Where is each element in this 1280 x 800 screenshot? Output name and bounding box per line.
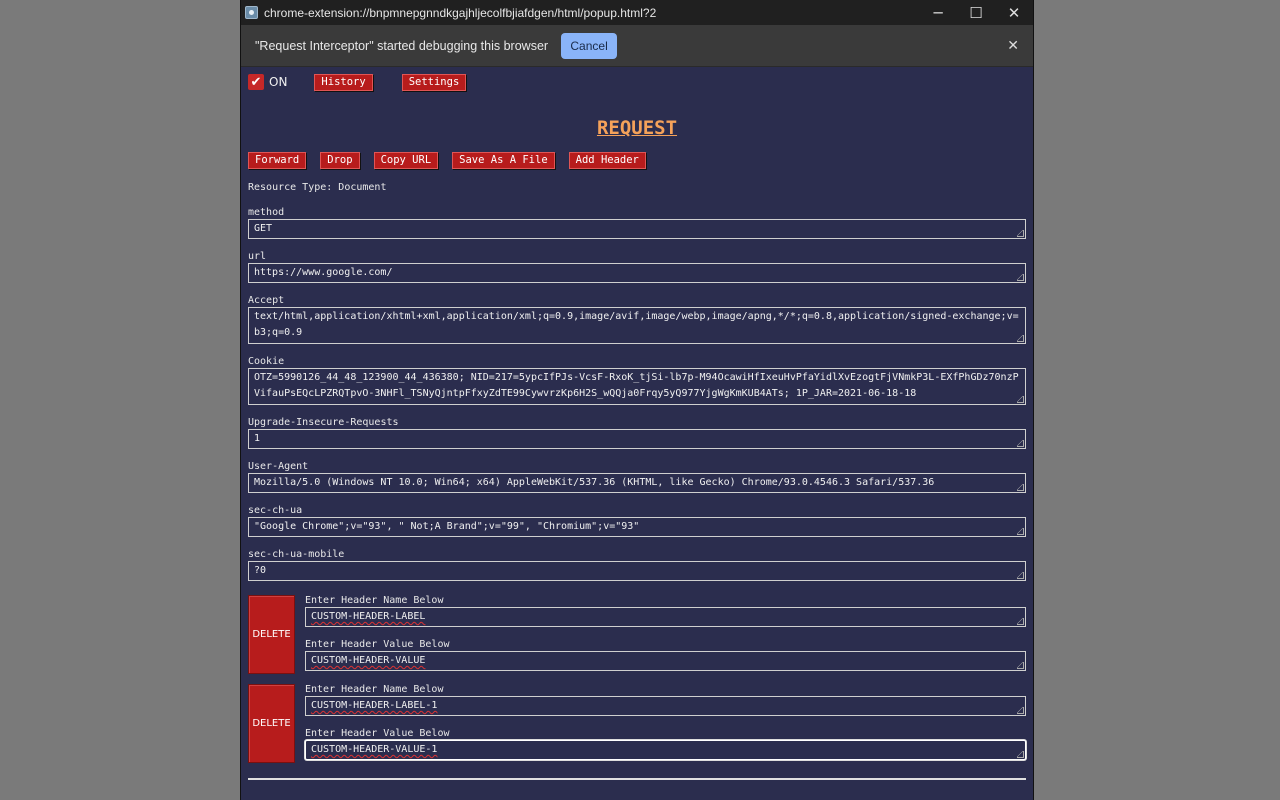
drop-button[interactable]: Drop <box>320 152 360 169</box>
header-value-input[interactable]: CUSTOM-HEADER-VALUE-1 <box>305 740 1026 760</box>
field-upgrade-insecure-requests: Upgrade-Insecure-Requests 1 <box>248 417 1026 449</box>
field-method: method GET <box>248 207 1026 239</box>
popup-content: ✔ ON History Settings REQUEST Forward Dr… <box>241 68 1033 780</box>
header-value-input[interactable]: CUSTOM-HEADER-VALUE <box>305 651 1026 671</box>
field-label: sec-ch-ua-mobile <box>248 549 345 560</box>
cookie-input[interactable]: OTZ=5990126_44_48_123900_44_436380; NID=… <box>248 368 1026 405</box>
field-label: method <box>248 207 285 218</box>
custom-header-fields: Enter Header Name Below CUSTOM-HEADER-LA… <box>305 595 1026 674</box>
infobar-close-icon[interactable]: ✕ <box>1007 38 1019 54</box>
on-label: ON <box>269 75 288 89</box>
url-input[interactable]: https://www.google.com/ <box>248 263 1026 283</box>
field-label: Upgrade-Insecure-Requests <box>248 417 399 428</box>
popup-window: chrome-extension://bnpmnepgnndkgajhljeco… <box>241 0 1033 800</box>
title-bar: chrome-extension://bnpmnepgnndkgajhljeco… <box>241 0 1033 25</box>
accept-input[interactable]: text/html,application/xhtml+xml,applicat… <box>248 307 1026 344</box>
history-button[interactable]: History <box>314 73 373 91</box>
header-value-label: Enter Header Value Below <box>305 728 450 739</box>
maximize-button[interactable]: ☐ <box>957 0 995 25</box>
field-label: Cookie <box>248 356 285 367</box>
field-label: User-Agent <box>248 461 309 472</box>
field-label: Accept <box>248 295 285 306</box>
field-user-agent: User-Agent Mozilla/5.0 (Windows NT 10.0;… <box>248 461 1026 493</box>
custom-header-fields: Enter Header Name Below CUSTOM-HEADER-LA… <box>305 684 1026 763</box>
custom-header-block: DELETE Enter Header Name Below CUSTOM-HE… <box>248 684 1026 763</box>
debugging-infobar: "Request Interceptor" started debugging … <box>241 25 1033 67</box>
divider <box>248 778 1026 780</box>
close-window-button[interactable]: ✕ <box>995 0 1033 25</box>
header-value-value: CUSTOM-HEADER-VALUE-1 <box>311 744 438 755</box>
action-buttons: Forward Drop Copy URL Save As A File Add… <box>248 152 1026 169</box>
sec-ch-ua-mobile-input[interactable]: ?0 <box>248 561 1026 581</box>
field-sec-ch-ua: sec-ch-ua "Google Chrome";v="93", " Not;… <box>248 505 1026 537</box>
save-as-file-button[interactable]: Save As A File <box>452 152 555 169</box>
header-name-input[interactable]: CUSTOM-HEADER-LABEL <box>305 607 1026 627</box>
field-accept: Accept text/html,application/xhtml+xml,a… <box>248 295 1026 344</box>
header-value-label: Enter Header Value Below <box>305 639 450 650</box>
field-label: url <box>248 251 267 262</box>
extension-icon <box>245 6 258 19</box>
on-checkbox[interactable]: ✔ <box>248 74 264 90</box>
add-header-button[interactable]: Add Header <box>568 152 646 169</box>
infobar-message: "Request Interceptor" started debugging … <box>255 38 549 53</box>
field-cookie: Cookie OTZ=5990126_44_48_123900_44_43638… <box>248 356 1026 405</box>
method-input[interactable]: GET <box>248 219 1026 239</box>
header-name-input[interactable]: CUSTOM-HEADER-LABEL-1 <box>305 696 1026 716</box>
field-sec-ch-ua-mobile: sec-ch-ua-mobile ?0 <box>248 549 1026 581</box>
forward-button[interactable]: Forward <box>248 152 307 169</box>
field-url: url https://www.google.com/ <box>248 251 1026 283</box>
top-toolbar: ✔ ON History Settings <box>248 68 1026 96</box>
header-value-value: CUSTOM-HEADER-VALUE <box>311 655 426 666</box>
header-name-value: CUSTOM-HEADER-LABEL-1 <box>311 700 438 711</box>
minimize-button[interactable]: ─ <box>919 0 957 25</box>
cancel-debugging-button[interactable]: Cancel <box>561 32 618 59</box>
header-name-label: Enter Header Name Below <box>305 684 444 695</box>
copy-url-button[interactable]: Copy URL <box>373 152 439 169</box>
header-name-label: Enter Header Name Below <box>305 595 444 606</box>
header-name-value: CUSTOM-HEADER-LABEL <box>311 611 426 622</box>
delete-header-button[interactable]: DELETE <box>248 684 295 763</box>
upgrade-insecure-requests-input[interactable]: 1 <box>248 429 1026 449</box>
window-title: chrome-extension://bnpmnepgnndkgajhljeco… <box>264 5 657 20</box>
custom-header-block: DELETE Enter Header Name Below CUSTOM-HE… <box>248 595 1026 674</box>
sec-ch-ua-input[interactable]: "Google Chrome";v="93", " Not;A Brand";v… <box>248 517 1026 537</box>
settings-button[interactable]: Settings <box>401 73 467 91</box>
delete-header-button[interactable]: DELETE <box>248 595 295 674</box>
resource-type: Resource Type: Document <box>248 182 387 193</box>
page-title: REQUEST <box>596 117 678 139</box>
user-agent-input[interactable]: Mozilla/5.0 (Windows NT 10.0; Win64; x64… <box>248 473 1026 493</box>
field-label: sec-ch-ua <box>248 505 303 516</box>
